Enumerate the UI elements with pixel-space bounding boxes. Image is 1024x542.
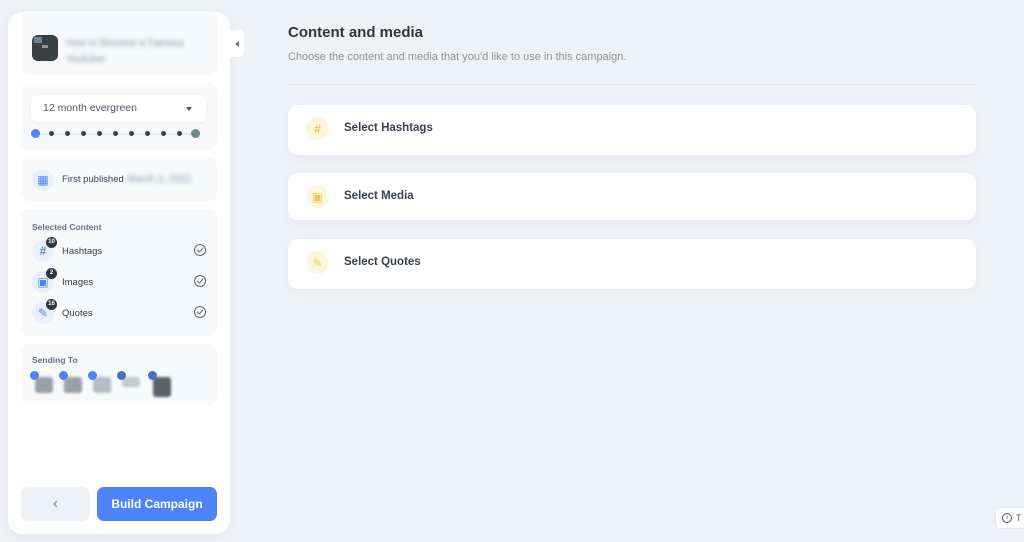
media-icon: ▣ [306,185,329,208]
schedule-step-start[interactable] [30,129,40,138]
sending-to-title: Sending To [32,355,78,365]
account-avatar[interactable] [30,371,53,395]
build-campaign-button[interactable]: Build Campaign [97,487,217,521]
quote-icon: ✎ [306,251,329,274]
page-title: Content and media [288,24,424,41]
option-label: Select Quotes [344,256,421,268]
campaign-thumbnail [32,35,58,61]
select-media-option[interactable]: ▣ Select Media [288,173,976,220]
images-count-badge: 2 [46,268,57,279]
account-avatar[interactable] [88,371,111,395]
quotes-check-icon [194,306,206,318]
schedule-step[interactable] [96,131,102,136]
network-icon [117,371,126,380]
schedule-step[interactable] [160,131,166,136]
option-label: Select Media [344,190,414,202]
info-icon: i [1002,513,1012,523]
chevron-left-icon [235,40,239,47]
schedule-step[interactable] [112,131,118,136]
hashtags-label: Hashtags [62,246,103,257]
selected-content-title: Selected Content [32,222,102,232]
quotes-count-badge: 16 [46,299,57,310]
account-avatar[interactable] [59,371,82,395]
hashtags-check-icon [194,244,206,256]
schedule-step[interactable] [128,131,134,136]
network-icon [148,371,157,380]
published-date: March 2, 2022 [127,174,191,185]
schedule-step[interactable] [48,131,54,136]
schedule-step[interactable] [80,131,86,136]
schedule-step[interactable] [144,131,150,136]
tour-label: T [1016,513,1022,523]
back-button[interactable]: ‹ [21,487,90,521]
schedule-step-end[interactable] [190,129,200,138]
account-avatar[interactable] [148,371,171,397]
images-label: Images [62,277,94,288]
option-label: Select Hashtags [344,122,433,134]
network-icon [30,371,39,380]
page-subtitle: Choose the content and media that you'd … [288,51,627,63]
images-check-icon [194,275,206,287]
select-hashtags-option[interactable]: # Select Hashtags [288,105,976,155]
network-icon [88,371,97,380]
campaign-title: How to Become a Famous Youtuber [66,38,184,65]
select-quotes-option[interactable]: ✎ Select Quotes [288,239,976,289]
calendar-icon: ▦ [32,169,54,191]
hashtag-icon: # [306,117,329,140]
tour-button[interactable]: i T [995,507,1024,529]
schedule-step[interactable] [176,131,182,136]
schedule-step[interactable] [64,131,70,136]
caret-down-icon [186,107,192,111]
quotes-label: Quotes [62,308,93,319]
hashtags-count-badge: 10 [46,237,57,248]
divider [288,84,976,85]
schedule-selected-value: 12 month evergreen [43,102,137,114]
network-icon [59,371,68,380]
account-avatar[interactable] [117,371,140,395]
schedule-select[interactable]: 12 month evergreen [31,95,206,122]
collapse-sidebar-button[interactable] [230,30,244,57]
published-label: First published [62,174,124,185]
